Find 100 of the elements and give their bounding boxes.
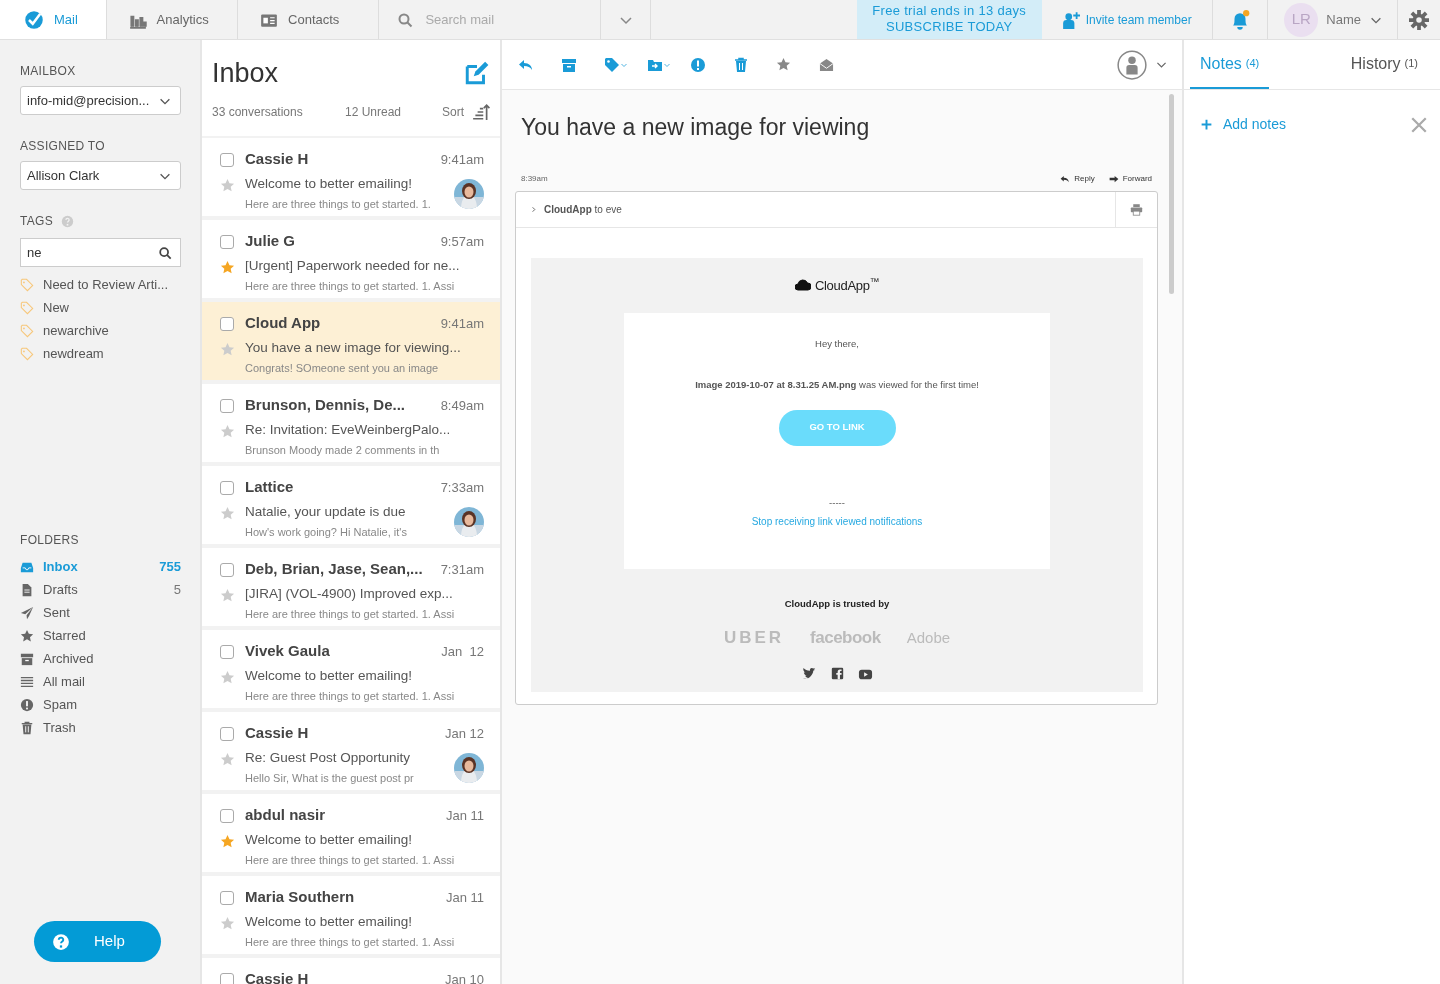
trusted-by-text: CloudApp is trusted by xyxy=(783,597,891,611)
message-time: 7:31am xyxy=(440,561,484,579)
alert-icon[interactable] xyxy=(690,56,706,73)
star-icon[interactable] xyxy=(220,916,235,932)
folder-item[interactable]: Archived xyxy=(20,647,181,670)
message-item[interactable]: abdul nasir Jan 11 Welcome to better emailing! Here are three things to get started. 1. Assi xyxy=(202,794,500,872)
archive-icon[interactable] xyxy=(561,56,577,73)
sort-button[interactable]: Sort xyxy=(442,103,490,121)
message-time: Jan 10 xyxy=(444,971,484,984)
notes-tab[interactable]: History (1) xyxy=(1340,40,1428,89)
message-subject: Welcome to better emailing! xyxy=(245,666,414,685)
print-icon[interactable] xyxy=(1130,202,1143,216)
cloud-icon xyxy=(794,277,811,294)
bird-icon[interactable] xyxy=(801,666,817,682)
tag-item[interactable]: New xyxy=(20,296,181,319)
message-item[interactable]: Cassie H Jan 10 xyxy=(202,958,500,984)
nav-tab[interactable]: Contacts xyxy=(238,0,380,39)
sender-name: Julie G xyxy=(245,231,296,251)
folder-item[interactable]: Sent xyxy=(20,601,181,624)
file-icon xyxy=(20,582,34,597)
trash-icon[interactable] xyxy=(733,56,749,73)
star-icon[interactable] xyxy=(220,178,235,194)
folder-item[interactable]: Starred xyxy=(20,624,181,647)
tag-item[interactable]: Need to Review Arti... xyxy=(20,273,181,296)
tag-item[interactable]: newdream xyxy=(20,342,181,365)
checkbox[interactable] xyxy=(220,973,234,984)
star-icon[interactable] xyxy=(220,752,235,768)
message-preview: Here are three things to get started. 1. Assi xyxy=(245,852,455,868)
email-sender[interactable]: CloudApp to eve xyxy=(544,201,622,217)
checkbox[interactable] xyxy=(220,727,234,741)
folder-item[interactable]: Trash xyxy=(20,716,181,739)
greeting-text: Hey there, xyxy=(814,337,860,351)
star-icon[interactable] xyxy=(776,57,791,72)
list-icon xyxy=(20,674,34,689)
search-field[interactable]: Search mail xyxy=(423,8,574,31)
reply-button[interactable]: Reply xyxy=(1060,172,1095,185)
star-icon[interactable] xyxy=(220,506,235,522)
nav-tab[interactable]: Analytics xyxy=(106,0,239,39)
folder-item[interactable]: Spam xyxy=(20,693,181,716)
star-icon[interactable] xyxy=(220,342,235,358)
tag-item[interactable]: newarchive xyxy=(20,319,181,342)
star-icon[interactable] xyxy=(220,424,235,440)
user-name[interactable]: Name xyxy=(1326,9,1361,30)
message-time: 9:41am xyxy=(440,151,484,169)
sender-name: Brunson, Dennis, De... xyxy=(245,395,406,415)
sender-name: Vivek Gaula xyxy=(245,641,330,661)
message-item[interactable]: Vivek Gaula Jan 12 Welcome to better emailing! Here are three things to get started. 1. Assi xyxy=(202,630,500,708)
message-item[interactable]: Lattice 7:33am Natalie, your update is due How's work going? Hi Natalie, it's xyxy=(202,466,500,544)
compose-icon[interactable] xyxy=(464,60,490,86)
message-preview: Congrats! SOmeone sent you an image xyxy=(245,360,440,376)
star-icon[interactable] xyxy=(220,670,235,686)
close-icon[interactable] xyxy=(1410,116,1428,135)
user-avatar-icon[interactable] xyxy=(1117,49,1147,80)
section-label: MAILBOX xyxy=(20,63,77,80)
tag-search-field[interactable]: ne xyxy=(20,238,181,267)
checkbox[interactable] xyxy=(220,399,234,413)
message-item[interactable]: Brunson, Dennis, De... 8:49am Re: Invitation: EveWeinbergPalo... Brunson Moody made 2 comments in th xyxy=(202,384,500,462)
section-label: TAGS xyxy=(20,213,53,230)
checkbox[interactable] xyxy=(220,481,234,495)
message-time: Jan 11 xyxy=(445,807,484,825)
message-time: 9:41am xyxy=(440,315,484,333)
message-subject: Welcome to better emailing! xyxy=(245,912,414,931)
star-icon[interactable] xyxy=(220,588,235,604)
conversation-count: 33 conversations xyxy=(212,104,304,121)
message-item[interactable]: Julie G 9:57am [Urgent] Paperwork needed for ne... Here are three things to get started. 1. Assi xyxy=(202,220,500,298)
message-item[interactable]: Cassie H Jan 12 Re: Guest Post Opportunity Hello Sir, What is the guest post pr xyxy=(202,712,500,790)
folder-item[interactable]: All mail xyxy=(20,670,181,693)
message-item[interactable]: Cassie H 9:41am Welcome to better emailing! Here are three things to get started. 1. xyxy=(202,138,500,216)
checkbox[interactable] xyxy=(220,645,234,659)
message-item[interactable]: Cloud App 9:41am You have a new image for viewing... Congrats! SOmeone sent you an image xyxy=(202,302,500,380)
tag-icon xyxy=(20,323,34,338)
message-subject: Re: Invitation: EveWeinbergPalo... xyxy=(245,420,451,439)
envelope-icon[interactable] xyxy=(819,57,834,72)
sender-name: Deb, Brian, Jase, Sean,... xyxy=(245,559,423,579)
star-icon[interactable] xyxy=(220,834,235,850)
sender-name: abdul nasir xyxy=(245,805,326,825)
sender-name: Maria Southern xyxy=(245,887,355,907)
message-subject: Welcome to better emailing! xyxy=(245,174,414,193)
unread-count: 12 Unread xyxy=(345,104,402,121)
checkbox[interactable] xyxy=(220,235,234,249)
facebook-icon[interactable] xyxy=(830,666,844,680)
checkbox[interactable] xyxy=(220,153,234,167)
message-subject: [JIRA] (VOL-4900) Improved exp... xyxy=(245,584,454,603)
folder-item[interactable]: Drafts 5 xyxy=(20,578,181,601)
assignee-select[interactable]: Allison Clark xyxy=(20,161,181,190)
message-item[interactable]: Maria Southern Jan 11 Welcome to better emailing! Here are three things to get started. 1. Assi xyxy=(202,876,500,954)
message-preview: Here are three things to get started. 1. xyxy=(245,196,431,212)
mailbox-select[interactable]: info-mid@precision... xyxy=(20,86,181,115)
star-icon[interactable] xyxy=(220,260,235,276)
tag-icon[interactable] xyxy=(604,56,620,73)
checkbox[interactable] xyxy=(220,891,234,905)
checkbox[interactable] xyxy=(220,317,234,331)
scrollbar[interactable] xyxy=(1169,94,1174,294)
message-item[interactable]: Deb, Brian, Jase, Sean,... 7:31am [JIRA] (VOL-4900) Improved exp... Here are three things to get started. 1. Assi xyxy=(202,548,500,626)
forward-button[interactable]: Forward xyxy=(1108,172,1152,185)
checkbox[interactable] xyxy=(220,563,234,577)
checkbox[interactable] xyxy=(220,809,234,823)
sender-name: Cloud App xyxy=(245,313,321,333)
alert-icon xyxy=(20,697,34,712)
section-label: ASSIGNED TO xyxy=(20,138,106,155)
